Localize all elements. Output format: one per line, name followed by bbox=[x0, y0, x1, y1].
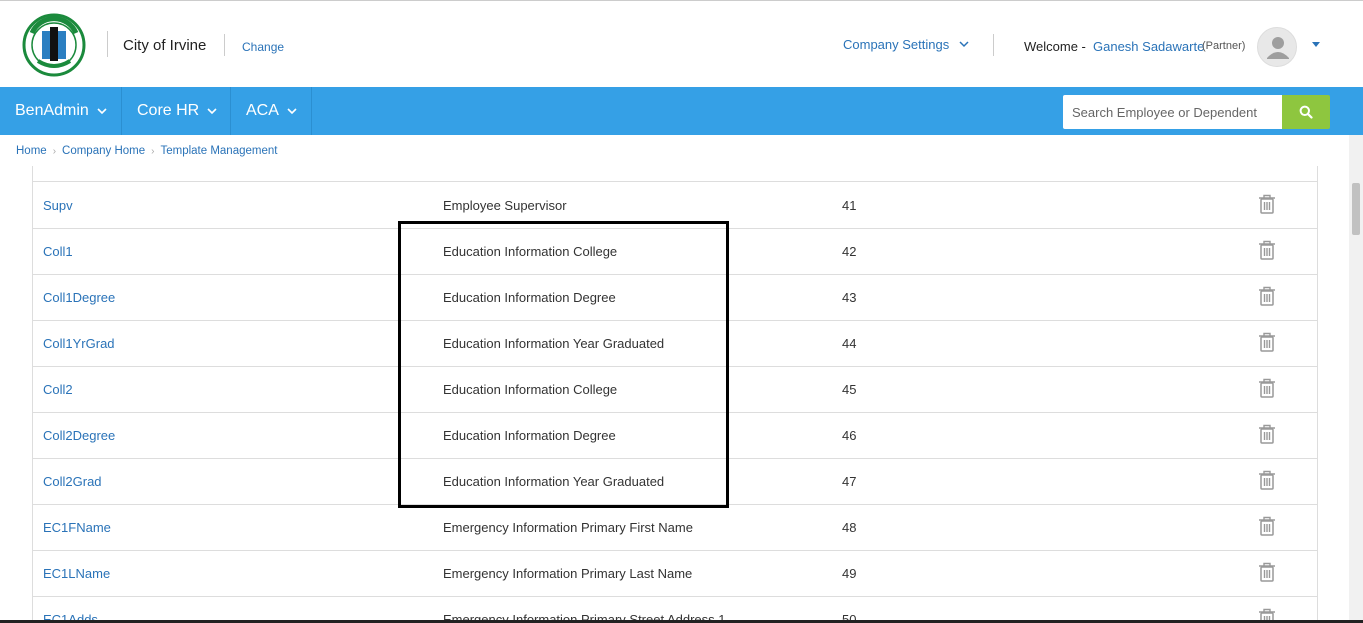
table-row: Coll1YrGrad Education Information Year G… bbox=[33, 321, 1317, 367]
trash-icon[interactable] bbox=[1258, 240, 1276, 260]
table-row: Coll2Degree Education Information Degree… bbox=[33, 413, 1317, 459]
city-of-irvine-logo[interactable] bbox=[22, 13, 86, 77]
avatar[interactable] bbox=[1257, 27, 1297, 67]
field-sequence: 46 bbox=[842, 428, 857, 443]
nav-item-label: Core HR bbox=[137, 102, 200, 119]
table-row: EC1LName Emergency Information Primary L… bbox=[33, 551, 1317, 597]
trash-icon[interactable] bbox=[1258, 470, 1276, 490]
field-sequence: 44 bbox=[842, 336, 857, 351]
company-name: City of Irvine bbox=[123, 37, 207, 54]
search-icon bbox=[1299, 105, 1313, 119]
field-description: Education Information Year Graduated bbox=[443, 474, 665, 489]
breadcrumb-separator-icon: › bbox=[151, 145, 155, 157]
chevron-down-icon bbox=[97, 107, 107, 114]
trash-icon[interactable] bbox=[1258, 286, 1276, 306]
nav-item-aca[interactable]: ACA bbox=[231, 87, 312, 135]
scrollbar-thumb[interactable] bbox=[1352, 183, 1360, 235]
trash-icon[interactable] bbox=[1258, 516, 1276, 536]
field-sequence: 41 bbox=[842, 198, 857, 213]
app-header: City of Irvine Change Company Settings W… bbox=[0, 0, 1363, 87]
field-code-link[interactable]: Coll1YrGrad bbox=[43, 336, 115, 351]
table-row: Coll2Grad Education Information Year Gra… bbox=[33, 459, 1317, 505]
field-code-link[interactable]: Coll1 bbox=[43, 244, 73, 259]
breadcrumb-home[interactable]: Home bbox=[16, 145, 47, 157]
breadcrumb-company-home[interactable]: Company Home bbox=[62, 145, 145, 157]
field-code-link[interactable]: Coll2Degree bbox=[43, 428, 115, 443]
chevron-down-icon bbox=[207, 107, 217, 114]
table-row: EC1FName Emergency Information Primary F… bbox=[33, 505, 1317, 551]
nav-item-benadmin[interactable]: BenAdmin bbox=[0, 87, 122, 135]
field-description: Education Information College bbox=[443, 382, 618, 397]
user-role: (Partner) bbox=[1202, 40, 1246, 52]
template-fields-table: Supv Employee Supervisor 41 Coll1 Educat… bbox=[32, 166, 1318, 623]
field-code-link[interactable]: EC1LName bbox=[43, 566, 110, 581]
trash-icon[interactable] bbox=[1258, 332, 1276, 352]
chevron-down-icon bbox=[959, 41, 969, 48]
field-sequence: 42 bbox=[842, 244, 857, 259]
breadcrumb: Home › Company Home › Template Managemen… bbox=[16, 145, 277, 157]
user-menu-caret-icon[interactable] bbox=[1311, 41, 1321, 49]
field-code-link[interactable]: Coll2 bbox=[43, 382, 73, 397]
field-sequence: 47 bbox=[842, 474, 857, 489]
field-sequence: 49 bbox=[842, 566, 857, 581]
field-description: Education Information Year Graduated bbox=[443, 336, 665, 351]
breadcrumb-template-management[interactable]: Template Management bbox=[160, 145, 277, 157]
field-sequence: 48 bbox=[842, 520, 857, 535]
breadcrumb-separator-icon: › bbox=[52, 145, 57, 157]
nav-item-core-hr[interactable]: Core HR bbox=[122, 87, 231, 135]
chevron-down-icon bbox=[287, 107, 297, 114]
search-button[interactable] bbox=[1282, 95, 1330, 129]
field-description: Education Information Degree bbox=[443, 428, 616, 443]
header-divider bbox=[993, 34, 994, 56]
field-description: Emergency Information Primary Last Name bbox=[443, 566, 693, 581]
field-description: Employee Supervisor bbox=[443, 198, 567, 213]
field-description: Emergency Information Primary First Name bbox=[443, 520, 693, 535]
page-scrollbar[interactable] bbox=[1349, 135, 1363, 623]
table-row: Coll1Degree Education Information Degree… bbox=[33, 275, 1317, 321]
table-row: Supv Employee Supervisor 41 bbox=[33, 183, 1317, 229]
trash-icon[interactable] bbox=[1258, 378, 1276, 398]
welcome-label: Welcome - bbox=[1024, 39, 1086, 54]
field-sequence: 45 bbox=[842, 382, 857, 397]
field-description: Education Information College bbox=[443, 244, 618, 259]
table-row: Coll2 Education Information College 45 bbox=[33, 367, 1317, 413]
field-sequence: 43 bbox=[842, 290, 857, 305]
header-divider bbox=[224, 34, 225, 56]
field-code-link[interactable]: EC1FName bbox=[43, 520, 111, 535]
company-settings-menu[interactable]: Company Settings bbox=[843, 37, 969, 52]
user-icon bbox=[1267, 37, 1289, 59]
nav-item-label: BenAdmin bbox=[15, 102, 89, 119]
field-code-link[interactable]: Coll1Degree bbox=[43, 290, 115, 305]
table-row bbox=[33, 166, 1317, 182]
header-divider bbox=[107, 31, 108, 57]
user-name-link[interactable]: Ganesh Sadawarte bbox=[1093, 39, 1204, 54]
trash-icon[interactable] bbox=[1258, 424, 1276, 444]
trash-icon[interactable] bbox=[1258, 562, 1276, 582]
field-description: Education Information Degree bbox=[443, 290, 616, 305]
nav-item-label: ACA bbox=[246, 102, 279, 119]
search-input[interactable] bbox=[1063, 95, 1282, 129]
trash-icon[interactable] bbox=[1258, 194, 1276, 214]
company-settings-label: Company Settings bbox=[843, 37, 950, 52]
change-company-link[interactable]: Change bbox=[242, 40, 284, 54]
table-row: Coll1 Education Information College 42 bbox=[33, 229, 1317, 275]
field-code-link[interactable]: Supv bbox=[43, 198, 73, 213]
field-code-link[interactable]: Coll2Grad bbox=[43, 474, 102, 489]
